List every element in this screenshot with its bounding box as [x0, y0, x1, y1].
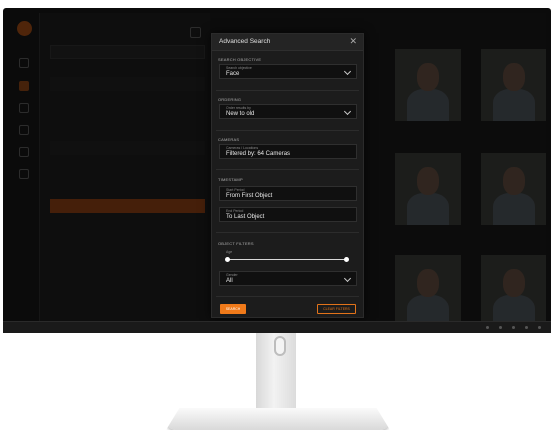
advanced-search-modal: Advanced Search ✕ SEARCH OBJECTIVE Searc…: [211, 33, 364, 318]
screen: Advanced Search ✕ SEARCH OBJECTIVE Searc…: [8, 13, 546, 321]
chevron-down-icon: [343, 107, 352, 116]
monitor-button-icon: [538, 326, 541, 329]
search-objective-select[interactable]: Search objective Face: [219, 64, 357, 79]
monitor-button-icon: [525, 326, 528, 329]
monitor-buttons: [486, 326, 541, 329]
modal-header: Advanced Search ✕: [212, 34, 363, 51]
chevron-down-icon: [343, 274, 352, 283]
field-label: Search objective: [226, 66, 252, 70]
monitor-bezel: [3, 321, 551, 333]
monitor-frame: Advanced Search ✕ SEARCH OBJECTIVE Searc…: [3, 8, 551, 333]
close-icon[interactable]: ✕: [349, 36, 357, 46]
field-value: New to old: [226, 111, 255, 117]
divider: [216, 90, 359, 91]
divider: [216, 169, 359, 170]
section-search-objective-heading: SEARCH OBJECTIVE: [218, 57, 262, 62]
section-cameras-heading: CAMERAS: [218, 137, 240, 142]
section-object-filters-heading: OBJECT FILTERS: [218, 241, 254, 246]
monitor-stand-base: [166, 408, 390, 430]
field-label: Order results by: [226, 106, 251, 110]
field-value: From First Object: [226, 193, 273, 199]
field-value: All: [226, 278, 233, 284]
monitor-button-icon: [486, 326, 489, 329]
gender-select[interactable]: Gender All: [219, 271, 357, 286]
start-period-field[interactable]: Start Period From First Object: [219, 186, 357, 201]
age-min-handle[interactable]: [225, 257, 230, 262]
age-range-slider[interactable]: [227, 259, 347, 260]
divider: [216, 296, 359, 297]
search-button[interactable]: SEARCH: [220, 304, 246, 314]
divider: [216, 232, 359, 233]
field-value: Face: [226, 71, 240, 77]
clear-filters-button[interactable]: CLEAR FILTERS: [317, 304, 356, 314]
field-value: Filtered by: 64 Cameras: [226, 151, 291, 157]
divider: [216, 130, 359, 131]
cable-hole: [274, 336, 286, 356]
field-label: Cameras / Locations: [226, 146, 259, 150]
section-timestamp-heading: TIMESTAMP: [218, 177, 243, 182]
section-ordering-heading: ORDERING: [218, 97, 242, 102]
age-slider-label: Age: [226, 250, 233, 254]
ordering-select[interactable]: Order results by New to old: [219, 104, 357, 119]
modal-title: Advanced Search: [219, 38, 271, 45]
cameras-field[interactable]: Cameras / Locations Filtered by: 64 Came…: [219, 144, 357, 159]
field-label: Start Period: [226, 188, 245, 192]
chevron-down-icon: [343, 67, 352, 76]
monitor-button-icon: [499, 326, 502, 329]
end-period-field[interactable]: End Period To Last Object: [219, 207, 357, 222]
field-label: End Period: [226, 209, 244, 213]
age-max-handle[interactable]: [344, 257, 349, 262]
monitor-button-icon: [512, 326, 515, 329]
field-label: Gender: [226, 273, 238, 277]
field-value: To Last Object: [226, 214, 265, 220]
